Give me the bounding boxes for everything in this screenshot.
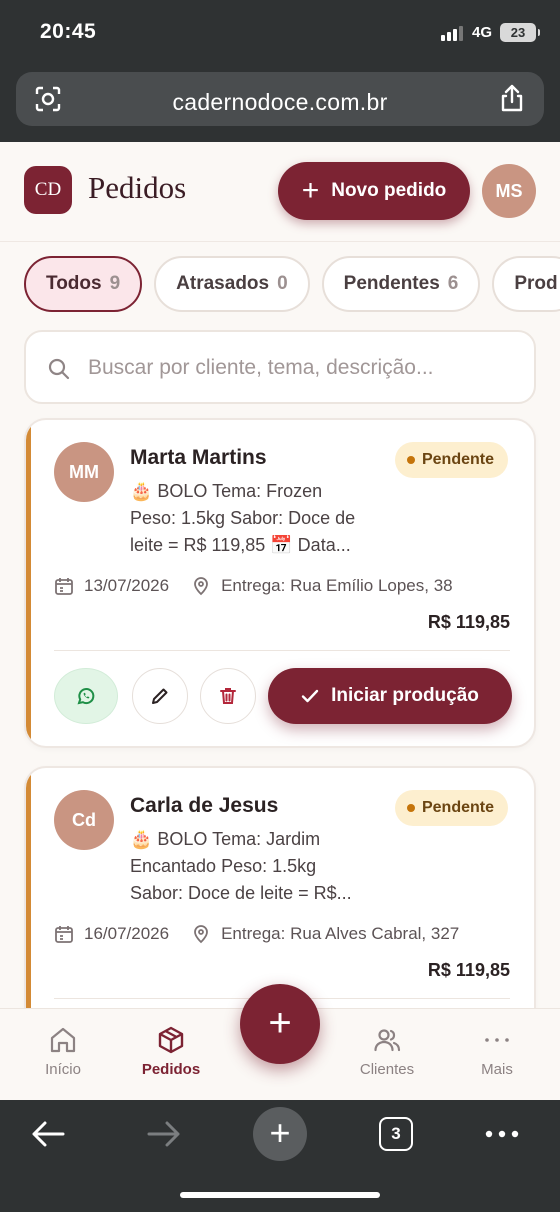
filter-chip-pendentes[interactable]: Pendentes 6 (321, 256, 481, 312)
order-card[interactable]: MM Marta Martins Pendente 🎂 BOLO Tema: F… (24, 418, 536, 748)
filter-label: Atrasados (176, 273, 270, 294)
box-icon (158, 1026, 184, 1054)
description-line: 🎂 BOLO Tema: Jardim (130, 829, 321, 849)
delivery-address: Entrega: Rua Emílio Lopes, 38 (221, 576, 453, 595)
tabs-count: 3 (379, 1117, 413, 1151)
nav-item-clientes[interactable]: Clientes (342, 1025, 432, 1078)
filter-chip-producao[interactable]: Prod (492, 256, 560, 312)
network-type: 4G (472, 24, 493, 41)
order-price: R$ 119,85 (427, 960, 510, 980)
filter-chips: Todos 9 Atrasados 0 Pendentes 6 Prod (24, 256, 560, 312)
delete-button[interactable] (200, 668, 256, 724)
status-dot-icon (406, 804, 415, 812)
back-button[interactable] (28, 1114, 68, 1154)
filter-count: 0 (277, 273, 288, 294)
calendar-icon (55, 926, 73, 943)
more-menu-button[interactable] (482, 1114, 522, 1154)
filter-count: 9 (109, 273, 121, 294)
nav-item-pedidos[interactable]: Pedidos (126, 1025, 216, 1078)
divider (54, 650, 510, 651)
filter-label: Pendentes (343, 273, 440, 294)
tabs-button[interactable]: 3 (378, 1114, 414, 1154)
browser-toolbar: + 3 (0, 1100, 560, 1212)
new-order-button[interactable]: + Novo pedido (278, 162, 470, 220)
url-text[interactable]: cadernodoce.com.br (16, 89, 544, 116)
status-dot-icon (406, 456, 415, 464)
search-icon (48, 358, 70, 380)
filter-label: Todos (46, 273, 102, 294)
home-indicator (180, 1192, 380, 1198)
client-name: Carla de Jesus (130, 794, 279, 817)
users-icon (374, 1029, 401, 1052)
search-field[interactable]: Buscar por cliente, tema, descrição... (24, 330, 536, 404)
more-icon (485, 1130, 519, 1138)
status-badge: Pendente (394, 790, 508, 826)
new-tab-button[interactable]: + (253, 1107, 307, 1161)
filter-label: Prod (514, 273, 558, 294)
order-date: 13/07/2026 (84, 576, 170, 595)
order-meta: 13/07/2026 Entrega: Rua Emílio Lopes, 38 (54, 576, 510, 596)
status-label: Pendente (421, 799, 494, 816)
calendar-icon (55, 578, 73, 595)
order-date: 16/07/2026 (84, 924, 170, 943)
user-avatar[interactable]: MS (482, 164, 536, 218)
arrow-left-icon (32, 1121, 65, 1147)
nav-label: Pedidos (141, 1061, 201, 1078)
search-placeholder: Buscar por cliente, tema, descrição... (88, 356, 434, 379)
check-icon (301, 689, 319, 703)
new-order-label: Novo pedido (331, 180, 447, 201)
forward-button[interactable] (144, 1114, 184, 1154)
plus-icon: + (253, 1107, 307, 1161)
filter-chip-atrasados[interactable]: Atrasados 0 (154, 256, 310, 312)
status-bar: 20:45 4G 23 (0, 0, 560, 64)
nav-label: Mais (481, 1061, 513, 1078)
nav-item-inicio[interactable]: Início (18, 1025, 108, 1078)
clock: 20:45 (40, 20, 97, 43)
delivery-address: Entrega: Rua Alves Cabral, 327 (221, 924, 460, 943)
filter-count: 6 (447, 273, 459, 294)
order-meta: 16/07/2026 Entrega: Rua Alves Cabral, 32… (54, 924, 510, 944)
signal-icon (441, 26, 463, 41)
trash-icon (220, 688, 236, 704)
start-production-button[interactable]: Iniciar produção (268, 668, 512, 724)
filter-chip-todos[interactable]: Todos 9 (24, 256, 143, 312)
client-avatar: Cd (54, 790, 114, 850)
app-viewport: CD Pedidos + Novo pedido MS Todos 9 Atra… (0, 142, 560, 1100)
arrow-right-icon (147, 1121, 180, 1147)
order-description: 🎂 BOLO Tema: Jardim Encantado Peso: 1.5k… (130, 826, 400, 907)
app-header: CD Pedidos + Novo pedido MS (0, 142, 560, 242)
nav-label: Clientes (359, 1061, 415, 1078)
description-line: Encantado Peso: 1.5kg (130, 856, 317, 876)
more-icon (485, 1038, 509, 1042)
order-description: 🎂 BOLO Tema: Frozen Peso: 1.5kg Sabor: D… (130, 478, 400, 559)
browser-address-area: cadernodoce.com.br (0, 64, 560, 142)
client-avatar: MM (54, 442, 114, 502)
description-line: leite = R$ 119,85 📅 Data... (130, 535, 351, 555)
nav-label: Início (45, 1061, 81, 1078)
description-line: Sabor: Doce de leite = R$... (130, 883, 352, 903)
location-pin-icon (194, 925, 208, 944)
address-bar[interactable]: cadernodoce.com.br (16, 72, 544, 126)
description-line: Peso: 1.5kg Sabor: Doce de (130, 508, 356, 528)
description-line: 🎂 BOLO Tema: Frozen (130, 481, 323, 501)
battery-icon: 23 (500, 23, 540, 42)
plus-icon: + (301, 174, 320, 207)
order-price: R$ 119,85 (427, 612, 510, 632)
start-production-label: Iniciar produção (331, 685, 479, 706)
whatsapp-button[interactable] (54, 668, 118, 724)
page-title: Pedidos (88, 170, 187, 205)
status-badge: Pendente (394, 442, 508, 478)
status-label: Pendente (421, 451, 494, 468)
client-name: Marta Martins (130, 446, 267, 469)
location-pin-icon (194, 577, 208, 596)
edit-button[interactable] (132, 668, 188, 724)
share-icon[interactable] (498, 83, 526, 113)
nav-item-mais[interactable]: Mais (452, 1025, 542, 1078)
add-fab-button[interactable]: + (240, 984, 320, 1064)
app-logo[interactable]: CD (24, 166, 72, 214)
pencil-icon (152, 688, 168, 704)
whatsapp-icon (77, 688, 95, 705)
home-icon (50, 1027, 76, 1053)
